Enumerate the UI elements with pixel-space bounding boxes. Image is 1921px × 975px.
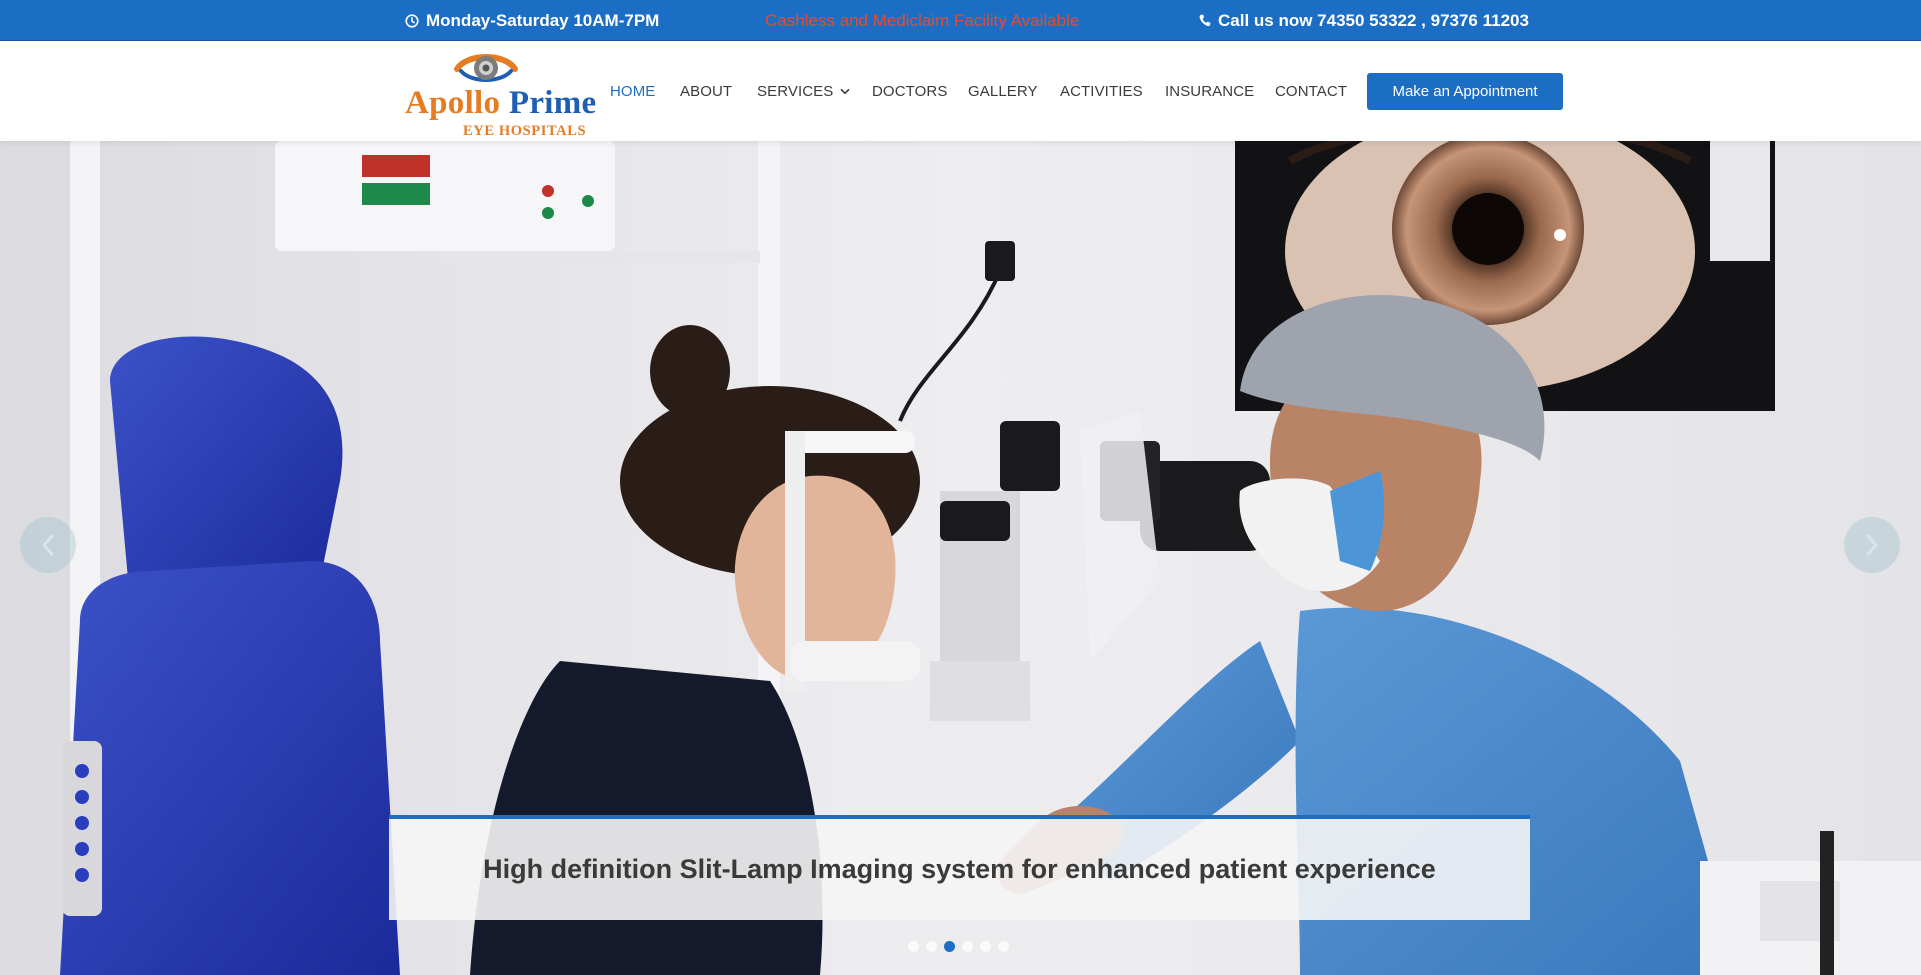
hours-info: Monday-Saturday 10AM-7PM xyxy=(405,0,659,41)
logo-brand-part1: Apollo xyxy=(405,85,501,121)
slider-dot-5[interactable] xyxy=(980,941,991,952)
site-header: Apollo Prime EYE HOSPITALS HOME ABOUT SE… xyxy=(0,41,1921,141)
promo-text: Cashless and Mediclaim Facility Availabl… xyxy=(765,10,1080,30)
hours-text: Monday-Saturday 10AM-7PM xyxy=(426,10,660,30)
slider-prev-button[interactable] xyxy=(20,517,76,573)
slider-dot-2[interactable] xyxy=(926,941,937,952)
slider-dots xyxy=(908,941,1016,952)
nav-insurance[interactable]: INSURANCE xyxy=(1165,41,1254,141)
chevron-left-icon xyxy=(42,534,54,556)
nav-services[interactable]: SERVICES xyxy=(757,41,850,141)
slider-dot-3[interactable] xyxy=(944,941,955,952)
nav-about[interactable]: ABOUT xyxy=(680,41,732,141)
slider-next-button[interactable] xyxy=(1844,517,1900,573)
logo[interactable]: Apollo Prime EYE HOSPITALS xyxy=(405,49,596,139)
logo-brand: Apollo Prime xyxy=(405,85,597,122)
logo-subtitle: EYE HOSPITALS xyxy=(463,123,587,139)
hero-slider: High definition Slit-Lamp Imaging system… xyxy=(0,141,1921,975)
phone-info[interactable]: Call us now 74350 53322 , 97376 11203 xyxy=(1199,0,1529,41)
phone-icon xyxy=(1199,14,1211,27)
nav-activities[interactable]: ACTIVITIES xyxy=(1060,41,1143,141)
nav-doctors[interactable]: DOCTORS xyxy=(872,41,947,141)
nav-services-label: SERVICES xyxy=(757,82,834,100)
logo-brand-part2: Prime xyxy=(500,85,597,121)
slider-dot-4[interactable] xyxy=(962,941,973,952)
eye-logo-icon xyxy=(454,54,518,82)
slider-dot-1[interactable] xyxy=(908,941,919,952)
nav-home[interactable]: HOME xyxy=(610,41,655,141)
phone-text: Call us now 74350 53322 , 97376 11203 xyxy=(1218,10,1529,30)
nav-gallery[interactable]: GALLERY xyxy=(968,41,1038,141)
nav-contact[interactable]: CONTACT xyxy=(1275,41,1347,141)
slider-dot-6[interactable] xyxy=(998,941,1009,952)
clock-icon xyxy=(405,13,419,28)
chevron-down-icon xyxy=(840,88,850,94)
make-appointment-button[interactable]: Make an Appointment xyxy=(1367,73,1563,110)
slide-caption: High definition Slit-Lamp Imaging system… xyxy=(389,815,1530,920)
top-info-bar: Monday-Saturday 10AM-7PM Cashless and Me… xyxy=(0,0,1921,41)
slide-caption-text: High definition Slit-Lamp Imaging system… xyxy=(483,854,1436,884)
chevron-right-icon xyxy=(1866,534,1878,556)
